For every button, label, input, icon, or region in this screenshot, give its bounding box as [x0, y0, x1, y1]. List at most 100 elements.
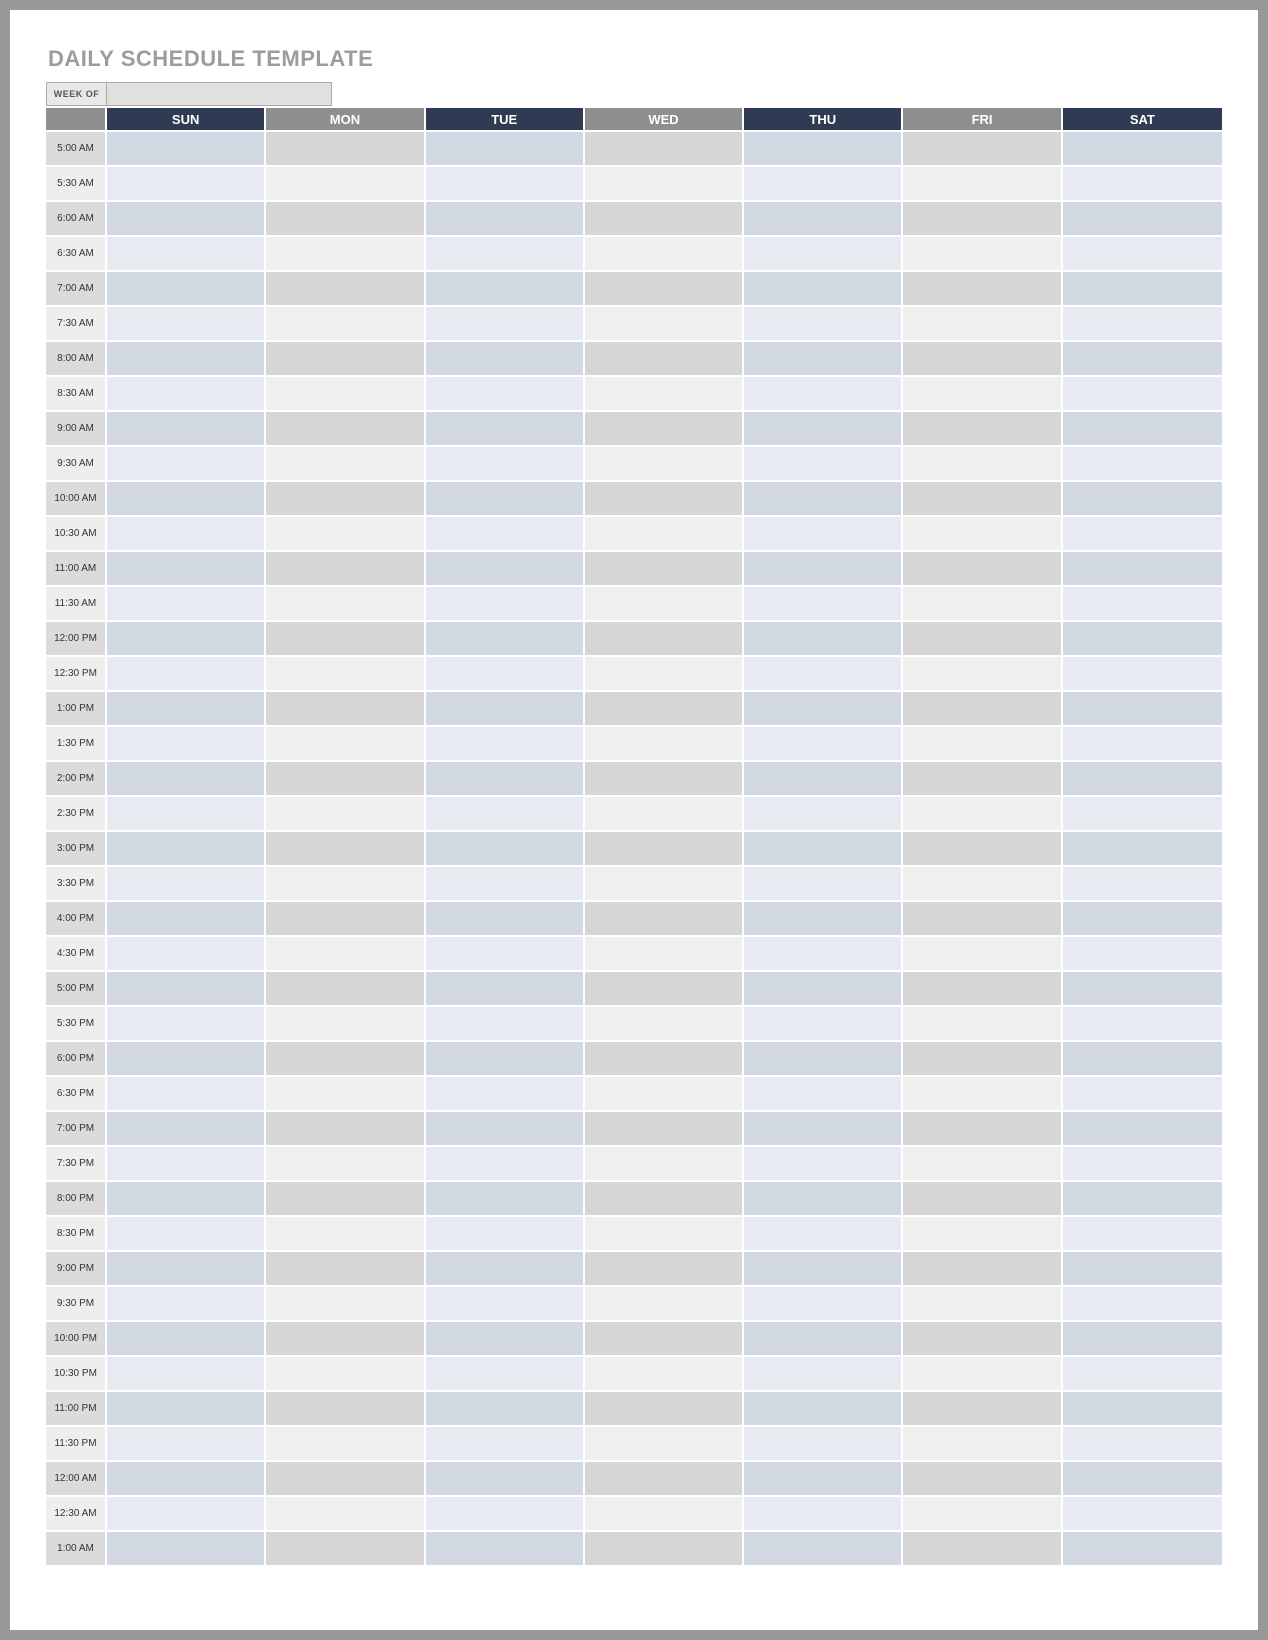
slot-input[interactable] [903, 949, 1060, 961]
slot-cell[interactable] [426, 1285, 585, 1320]
slot-input[interactable] [426, 1299, 583, 1311]
slot-cell[interactable] [1063, 970, 1222, 1005]
slot-cell[interactable] [744, 270, 903, 305]
slot-cell[interactable] [107, 305, 266, 340]
slot-cell[interactable] [426, 1215, 585, 1250]
slot-cell[interactable] [585, 1005, 744, 1040]
slot-input[interactable] [426, 669, 583, 681]
slot-cell[interactable] [107, 760, 266, 795]
slot-cell[interactable] [744, 410, 903, 445]
slot-input[interactable] [1063, 249, 1222, 261]
slot-input[interactable] [426, 1054, 583, 1066]
slot-cell[interactable] [107, 1285, 266, 1320]
slot-input[interactable] [903, 1229, 1060, 1241]
slot-cell[interactable] [585, 1285, 744, 1320]
slot-cell[interactable] [903, 725, 1062, 760]
slot-cell[interactable] [426, 235, 585, 270]
slot-cell[interactable] [426, 130, 585, 165]
slot-cell[interactable] [903, 1250, 1062, 1285]
slot-cell[interactable] [585, 1075, 744, 1110]
slot-input[interactable] [1063, 1439, 1222, 1451]
slot-cell[interactable] [426, 1495, 585, 1530]
slot-cell[interactable] [744, 655, 903, 690]
slot-input[interactable] [1063, 1124, 1222, 1136]
slot-input[interactable] [744, 634, 901, 646]
slot-cell[interactable] [585, 375, 744, 410]
slot-cell[interactable] [1063, 1110, 1222, 1145]
slot-cell[interactable] [744, 1530, 903, 1565]
slot-input[interactable] [585, 1194, 742, 1206]
slot-cell[interactable] [585, 270, 744, 305]
slot-input[interactable] [744, 1404, 901, 1416]
slot-cell[interactable] [903, 1425, 1062, 1460]
slot-input[interactable] [266, 1194, 423, 1206]
slot-input[interactable] [903, 144, 1060, 156]
slot-input[interactable] [585, 704, 742, 716]
slot-cell[interactable] [107, 690, 266, 725]
slot-input[interactable] [266, 529, 423, 541]
slot-cell[interactable] [266, 1145, 425, 1180]
slot-cell[interactable] [1063, 410, 1222, 445]
slot-input[interactable] [903, 564, 1060, 576]
slot-cell[interactable] [585, 305, 744, 340]
slot-cell[interactable] [107, 550, 266, 585]
slot-input[interactable] [744, 1124, 901, 1136]
slot-input[interactable] [903, 249, 1060, 261]
slot-cell[interactable] [107, 1180, 266, 1215]
slot-cell[interactable] [744, 1425, 903, 1460]
slot-input[interactable] [1063, 564, 1222, 576]
slot-input[interactable] [585, 249, 742, 261]
slot-input[interactable] [585, 669, 742, 681]
slot-input[interactable] [903, 179, 1060, 191]
slot-input[interactable] [266, 1404, 423, 1416]
slot-input[interactable] [426, 739, 583, 751]
slot-input[interactable] [266, 1509, 423, 1521]
slot-input[interactable] [744, 949, 901, 961]
slot-cell[interactable] [744, 585, 903, 620]
slot-cell[interactable] [744, 130, 903, 165]
slot-input[interactable] [107, 1264, 264, 1276]
slot-cell[interactable] [585, 620, 744, 655]
slot-cell[interactable] [1063, 1530, 1222, 1565]
slot-cell[interactable] [744, 1040, 903, 1075]
slot-cell[interactable] [107, 1460, 266, 1495]
slot-input[interactable] [107, 704, 264, 716]
slot-cell[interactable] [1063, 1040, 1222, 1075]
slot-input[interactable] [107, 424, 264, 436]
slot-cell[interactable] [585, 1215, 744, 1250]
slot-input[interactable] [266, 459, 423, 471]
slot-input[interactable] [585, 1439, 742, 1451]
slot-input[interactable] [744, 144, 901, 156]
slot-input[interactable] [1063, 214, 1222, 226]
slot-cell[interactable] [266, 1180, 425, 1215]
slot-input[interactable] [107, 1229, 264, 1241]
slot-input[interactable] [744, 739, 901, 751]
slot-input[interactable] [1063, 1194, 1222, 1206]
slot-input[interactable] [426, 1404, 583, 1416]
slot-cell[interactable] [266, 1285, 425, 1320]
slot-input[interactable] [266, 599, 423, 611]
slot-cell[interactable] [585, 690, 744, 725]
slot-cell[interactable] [903, 1285, 1062, 1320]
slot-cell[interactable] [266, 1110, 425, 1145]
slot-input[interactable] [585, 319, 742, 331]
slot-input[interactable] [585, 1509, 742, 1521]
slot-input[interactable] [426, 284, 583, 296]
slot-input[interactable] [426, 1194, 583, 1206]
slot-input[interactable] [426, 809, 583, 821]
slot-input[interactable] [107, 1404, 264, 1416]
slot-input[interactable] [107, 774, 264, 786]
slot-cell[interactable] [1063, 1075, 1222, 1110]
slot-cell[interactable] [426, 270, 585, 305]
slot-cell[interactable] [107, 935, 266, 970]
slot-input[interactable] [903, 1299, 1060, 1311]
slot-cell[interactable] [1063, 900, 1222, 935]
slot-input[interactable] [585, 1229, 742, 1241]
slot-input[interactable] [903, 774, 1060, 786]
slot-cell[interactable] [266, 1320, 425, 1355]
slot-cell[interactable] [1063, 585, 1222, 620]
slot-cell[interactable] [426, 1075, 585, 1110]
slot-input[interactable] [903, 984, 1060, 996]
slot-cell[interactable] [744, 1180, 903, 1215]
slot-cell[interactable] [1063, 200, 1222, 235]
